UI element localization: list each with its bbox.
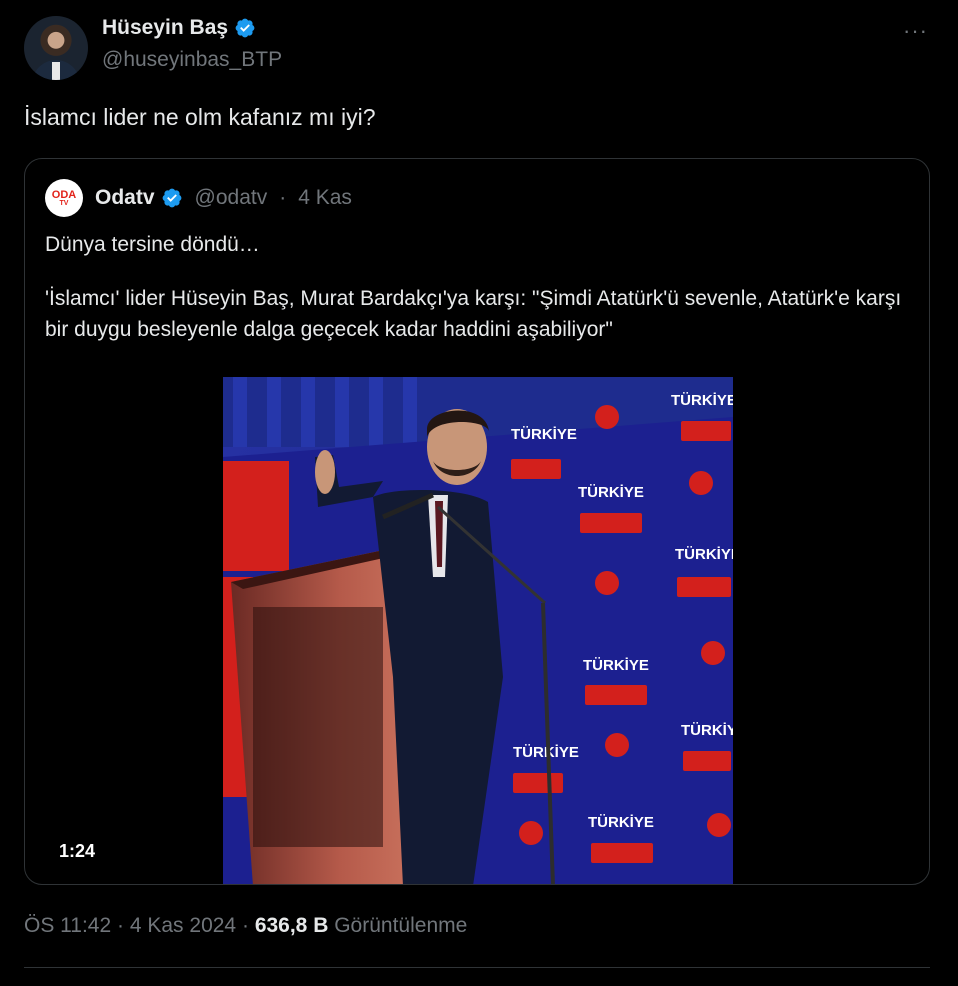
author-handle[interactable]: @huseyinbas_BTP: [102, 48, 282, 72]
quoted-text-line2: 'İslamcı' lider Hüseyin Baş, Murat Barda…: [45, 287, 902, 341]
avatar-shirt: [52, 62, 60, 80]
tweet-date[interactable]: 4 Kas 2024: [130, 914, 236, 937]
svg-text:TÜRKİYE: TÜRKİYE: [588, 814, 654, 831]
tweet-text: İslamcı lider ne olm kafanız mı iyi?: [24, 104, 376, 130]
svg-text:TÜRKİYE: TÜRKİYE: [578, 484, 644, 501]
quoted-text-line1: Dünya tersine döndü…: [45, 233, 260, 256]
odatv-logo-text: ODA: [51, 188, 77, 201]
quoted-author-name[interactable]: Odatv: [95, 186, 155, 210]
svg-text:TÜRKİYE: TÜRKİYE: [513, 744, 579, 761]
tweet-meta: ÖS 11:42 · 4 Kas 2024 · 636,8 B Görüntül…: [24, 914, 467, 938]
quoted-verified-badge-icon: [162, 188, 181, 208]
views-count: 636,8 B: [254, 914, 329, 937]
quoted-author-handle[interactable]: @odatv: [195, 186, 268, 210]
author-name[interactable]: Hüseyin Baş: [102, 16, 228, 40]
quoted-date[interactable]: 4 Kas: [298, 186, 352, 210]
meta-separator: ·: [117, 914, 125, 937]
author-name-row: Hüseyin Baş: [102, 16, 256, 40]
odatv-logo-subtext: TV: [59, 199, 69, 207]
svg-text:TÜRKİYE: TÜRKİYE: [681, 722, 733, 739]
svg-text:TÜRKİYE: TÜRKİYE: [675, 546, 733, 563]
video-frame: TÜRKİYE TÜRKİYE TÜRKİYE TÜRKİYE TÜRKİYE …: [223, 377, 733, 884]
quoted-tweet[interactable]: ODA TV Odatv @odatv · 4 Kas Dünya tersin…: [24, 158, 930, 885]
svg-text:TÜRKİYE: TÜRKİYE: [511, 426, 577, 443]
quoted-header: ODA TV Odatv @odatv · 4 Kas: [45, 179, 352, 217]
odatv-logo-avatar[interactable]: ODA TV: [45, 179, 83, 217]
quoted-text: Dünya tersine döndü… 'İslamcı' lider Hüs…: [45, 229, 915, 345]
meta-separator: ·: [241, 914, 249, 937]
verified-badge-icon: [235, 18, 255, 38]
author-avatar[interactable]: [24, 16, 88, 80]
video-duration: 1:24: [59, 841, 96, 861]
svg-text:TÜRKİYE: TÜRKİYE: [671, 392, 733, 409]
more-options-icon[interactable]: ···: [903, 18, 928, 44]
video-player[interactable]: TÜRKİYE TÜRKİYE TÜRKİYE TÜRKİYE TÜRKİYE …: [223, 377, 733, 884]
svg-text:TÜRKİYE: TÜRKİYE: [583, 657, 649, 674]
views-label: Görüntülenme: [334, 914, 468, 937]
quoted-separator: ·: [279, 186, 287, 209]
divider: [24, 967, 930, 968]
tweet-time[interactable]: ÖS 11:42: [24, 914, 111, 937]
